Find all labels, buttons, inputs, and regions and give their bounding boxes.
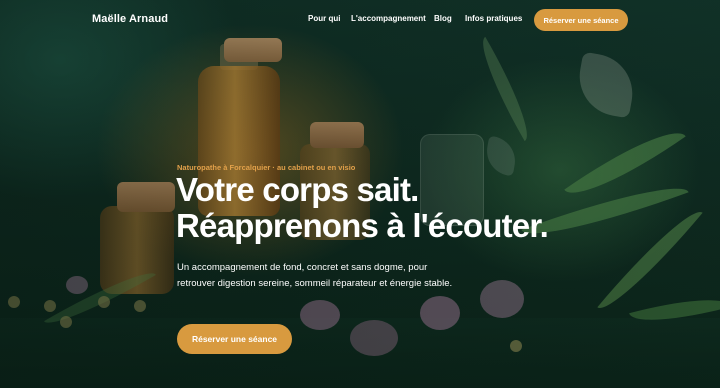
hero-section: Maëlle Arnaud Pour qui L'accompagnement … [0,0,720,388]
book-session-header-button[interactable]: Réserver une séance [534,9,628,31]
headline-line-1: Votre corps sait. [176,171,419,208]
nav-link-accompagnement[interactable]: L'accompagnement [351,14,426,23]
book-session-hero-button[interactable]: Réserver une séance [177,324,292,354]
hero-description: Un accompagnement de fond, concret et sa… [177,262,453,289]
brand-logo[interactable]: Maëlle Arnaud [92,13,168,25]
nav-link-pour-qui[interactable]: Pour qui [308,14,340,23]
headline-line-2: Réapprenons à l'écouter. [176,207,549,244]
nav-link-blog[interactable]: Blog [434,14,452,23]
nav-link-infos-pratiques[interactable]: Infos pratiques [465,14,522,23]
hero-headline: Votre corps sait. Réapprenons à l'écoute… [176,171,549,244]
site-header: Maëlle Arnaud Pour qui L'accompagnement … [0,0,720,40]
